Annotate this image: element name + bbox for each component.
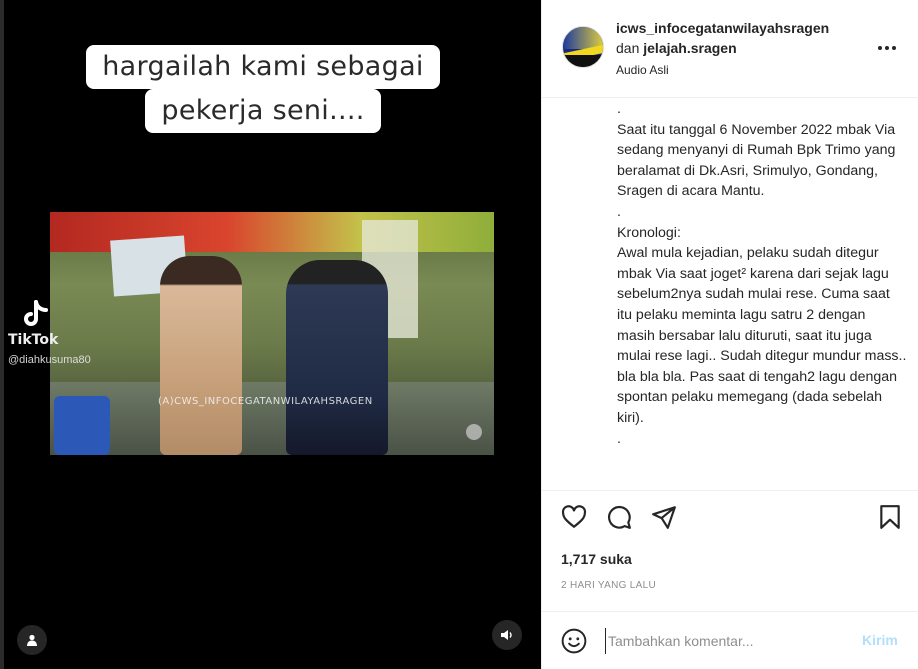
collab-username[interactable]: jelajah.sragen xyxy=(643,40,736,56)
post-sidebar: icws_infocegatanwilayahsragen dan jelaja… xyxy=(541,0,918,669)
sound-toggle-button[interactable] xyxy=(492,620,522,650)
more-icon-dot xyxy=(885,46,889,50)
sound-icon xyxy=(501,630,512,640)
user-tag-icon xyxy=(27,634,37,646)
like-icon xyxy=(561,505,587,528)
save-icon xyxy=(880,505,900,529)
tagged-users-button[interactable] xyxy=(17,625,47,655)
post-comment-button[interactable]: Kirim xyxy=(862,632,898,648)
comment-icon xyxy=(608,505,631,529)
more-icon-dot xyxy=(892,46,896,50)
post-username[interactable]: icws_infocegatanwilayahsragen xyxy=(616,20,829,36)
video-scene-man xyxy=(286,260,388,455)
post-caption: . Saat itu tanggal 6 November 2022 mbak … xyxy=(617,101,907,447)
video-caption-line-2: pekerja seni.... xyxy=(145,89,381,133)
video-scene-singer xyxy=(160,256,242,455)
post-timestamp[interactable]: 2 HARI YANG LALU xyxy=(561,580,656,591)
add-comment-bar: Kirim xyxy=(542,611,918,669)
video-scene-floor xyxy=(50,382,494,455)
media-edge xyxy=(0,0,4,669)
video-watermark: (A)CWS_INFOCEGATANWILAYAHSRAGEN xyxy=(158,396,373,407)
video-corner-logo xyxy=(466,424,482,440)
post-header: icws_infocegatanwilayahsragen dan jelaja… xyxy=(542,0,918,98)
share-button[interactable] xyxy=(651,504,677,530)
audio-link[interactable]: Audio Asli xyxy=(616,63,669,77)
post-collab-line: dan jelajah.sragen xyxy=(616,40,737,56)
avatar[interactable] xyxy=(562,26,604,68)
video-caption-overlay: hargailah kami sebagai pekerja seni.... xyxy=(67,30,459,148)
tiktok-user: @diahkusuma80 xyxy=(8,354,91,366)
collab-and-word: dan xyxy=(616,40,640,56)
video-caption-line-1: hargailah kami sebagai xyxy=(86,45,440,89)
comment-input[interactable] xyxy=(605,628,835,654)
like-button[interactable] xyxy=(561,504,587,530)
emoji-button[interactable] xyxy=(561,628,587,654)
tiktok-icon xyxy=(22,300,50,330)
video-scene-chair xyxy=(54,396,110,455)
more-icon xyxy=(878,46,882,50)
save-button[interactable] xyxy=(877,504,903,530)
avatar-ground xyxy=(563,55,603,67)
share-icon xyxy=(652,506,676,529)
post-actions xyxy=(542,490,918,540)
comment-button[interactable] xyxy=(606,504,632,530)
video-frame: (A)CWS_INFOCEGATANWILAYAHSRAGEN xyxy=(50,212,494,455)
tiktok-brand: TikTok xyxy=(8,332,59,348)
tiktok-watermark: TikTok @diahkusuma80 xyxy=(8,300,91,366)
emoji-icon xyxy=(561,628,587,654)
more-options-button[interactable] xyxy=(875,36,899,60)
likes-count[interactable]: 1,717 suka xyxy=(561,551,632,567)
post-media[interactable]: hargailah kami sebagai pekerja seni.... … xyxy=(0,0,541,669)
comments-scroll-area[interactable]: . Saat itu tanggal 6 November 2022 mbak … xyxy=(542,99,918,489)
